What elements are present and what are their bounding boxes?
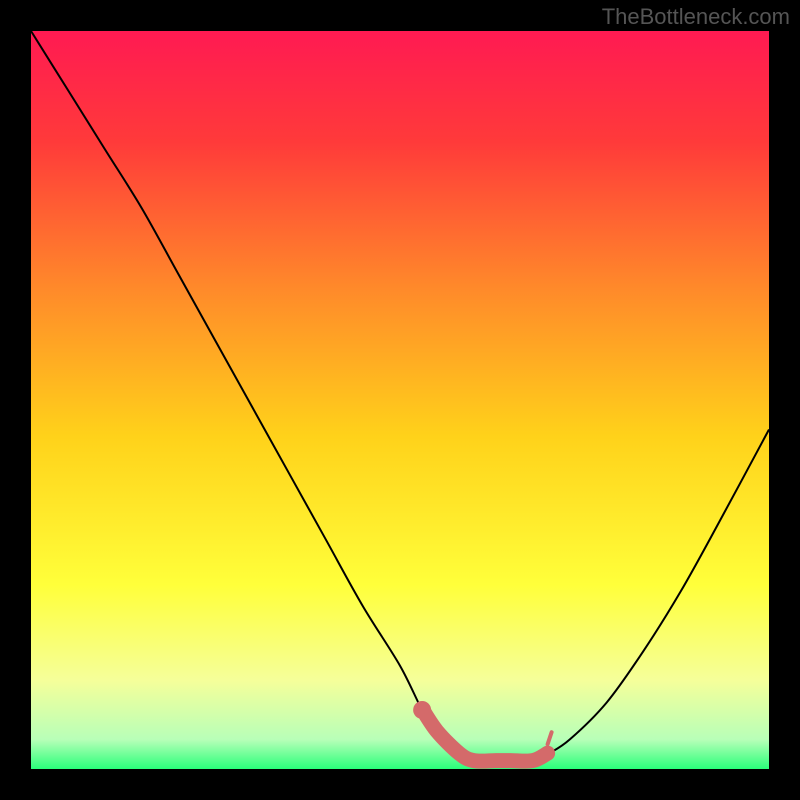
bottleneck-chart	[0, 0, 800, 800]
plot-area	[31, 31, 769, 769]
watermark-text: TheBottleneck.com	[602, 4, 790, 30]
